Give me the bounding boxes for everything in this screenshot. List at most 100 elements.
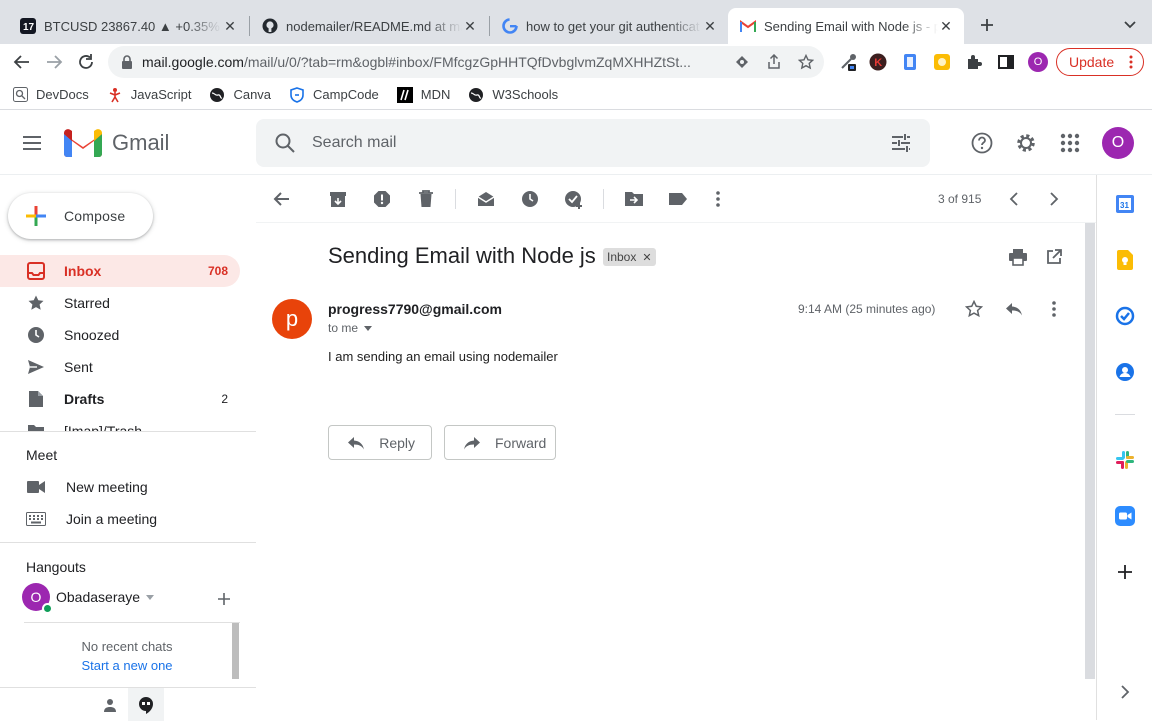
open-in-new-window-icon[interactable] bbox=[1042, 245, 1066, 269]
settings-gear-icon[interactable] bbox=[1014, 131, 1038, 155]
google-tasks-icon[interactable] bbox=[1114, 305, 1136, 327]
sidebar-item-sent[interactable]: Sent bbox=[0, 351, 240, 383]
address-bar[interactable]: mail.google.com/mail/u/0/?tab=rm&ogbl#in… bbox=[108, 46, 824, 78]
extensions-puzzle-icon[interactable] bbox=[964, 52, 984, 72]
search-icon[interactable] bbox=[274, 132, 296, 154]
more-options-icon[interactable] bbox=[706, 187, 730, 211]
tab-search-chevron-icon[interactable] bbox=[1120, 14, 1140, 34]
new-tab-icon[interactable] bbox=[976, 14, 998, 36]
google-keep-icon[interactable] bbox=[1114, 249, 1136, 271]
bookmark-javascript[interactable]: JavaScript bbox=[107, 87, 191, 103]
archive-icon[interactable] bbox=[326, 187, 350, 211]
chat-list-scrollbar[interactable] bbox=[232, 623, 239, 679]
new-meeting-button[interactable]: New meeting bbox=[26, 477, 148, 497]
reply-arrow-icon[interactable] bbox=[1002, 297, 1026, 321]
search-input[interactable]: Search mail bbox=[312, 134, 890, 152]
older-chevron-right-icon[interactable] bbox=[1042, 187, 1066, 211]
mail-folder-list: Inbox 708 Starred Snoozed Sent Drafts 2 … bbox=[0, 255, 256, 431]
tab-google-search[interactable]: how to get your git authenticat ✕ bbox=[490, 8, 728, 44]
svg-text:K: K bbox=[874, 57, 882, 69]
compose-button[interactable]: Compose bbox=[8, 193, 153, 239]
join-meeting-button[interactable]: Join a meeting bbox=[26, 509, 157, 529]
newer-chevron-left-icon[interactable] bbox=[1002, 187, 1026, 211]
google-apps-icon[interactable] bbox=[1058, 131, 1082, 155]
report-spam-icon[interactable] bbox=[370, 187, 394, 211]
caret-down-icon[interactable] bbox=[146, 594, 155, 600]
profile-avatar[interactable]: O bbox=[1028, 52, 1048, 72]
main-menu-icon[interactable] bbox=[20, 131, 44, 155]
sender-avatar[interactable]: p bbox=[272, 299, 312, 339]
add-to-tasks-icon[interactable] bbox=[562, 187, 586, 211]
tab-btcusd[interactable]: 17 BTCUSD 23867.40 ▲ +0.35% ✕ bbox=[8, 8, 248, 44]
sender-email[interactable]: progress7790@gmail.com bbox=[328, 301, 502, 317]
reply-button[interactable]: Reply bbox=[328, 425, 432, 460]
tab-close-icon[interactable]: ✕ bbox=[222, 18, 238, 34]
inbox-label-chip[interactable]: Inbox ✕ bbox=[603, 248, 656, 266]
caret-down-icon[interactable] bbox=[364, 325, 373, 331]
reload-icon[interactable] bbox=[72, 48, 100, 76]
label-folder-icon bbox=[26, 421, 46, 431]
gmail-logo[interactable]: Gmail bbox=[64, 129, 169, 157]
k-extension-icon[interactable]: K bbox=[868, 52, 888, 72]
search-bar[interactable]: Search mail bbox=[256, 119, 930, 167]
zoom-icon[interactable] bbox=[1114, 505, 1136, 527]
get-addons-plus-icon[interactable] bbox=[1114, 561, 1136, 583]
start-new-chat-link[interactable]: Start a new one bbox=[24, 658, 230, 673]
message-more-icon[interactable] bbox=[1042, 297, 1066, 321]
slack-icon[interactable] bbox=[1114, 449, 1136, 471]
share-icon[interactable] bbox=[764, 52, 784, 72]
chrome-update-button[interactable]: Update bbox=[1056, 48, 1144, 76]
forward-button[interactable]: Forward bbox=[444, 425, 556, 460]
hangouts-avatar-initial: O bbox=[30, 589, 42, 605]
delete-trash-icon[interactable] bbox=[414, 187, 438, 211]
toolbar-divider bbox=[455, 189, 456, 209]
contacts-person-icon[interactable] bbox=[92, 688, 128, 721]
hangouts-user[interactable]: O Obadaseraye bbox=[22, 583, 155, 614]
apps-divider bbox=[1115, 414, 1135, 415]
snooze-clock-icon[interactable] bbox=[518, 187, 542, 211]
sidebar-item-inbox[interactable]: Inbox 708 bbox=[0, 255, 240, 287]
left-sidebar: Compose Inbox 708 Starred Snoozed Sent D… bbox=[0, 175, 256, 721]
help-icon[interactable] bbox=[970, 131, 994, 155]
tab-close-icon[interactable]: ✕ bbox=[462, 18, 478, 34]
sidebar-item-starred[interactable]: Starred bbox=[0, 287, 240, 319]
search-options-icon[interactable] bbox=[890, 132, 912, 154]
recipient-details[interactable]: to me bbox=[328, 321, 373, 335]
extension-eye-icon[interactable] bbox=[732, 52, 752, 72]
sidebar-item-imap-trash[interactable]: [Imap]/Trash bbox=[0, 415, 240, 431]
bookmark-devdocs[interactable]: DevDocs bbox=[12, 87, 89, 103]
print-icon[interactable] bbox=[1006, 245, 1030, 269]
google-contacts-icon[interactable] bbox=[1114, 361, 1136, 383]
eyedropper-extension-icon[interactable] bbox=[838, 52, 858, 72]
tab-close-icon[interactable]: ✕ bbox=[938, 18, 954, 34]
message-scrollbar[interactable] bbox=[1085, 223, 1095, 679]
move-to-folder-icon[interactable] bbox=[622, 187, 646, 211]
clipboard-extension-icon[interactable] bbox=[900, 52, 920, 72]
globe-icon bbox=[209, 87, 225, 103]
label-tag-icon[interactable] bbox=[666, 187, 690, 211]
orange-extension-icon[interactable] bbox=[932, 52, 952, 72]
forward-arrow-icon[interactable] bbox=[40, 48, 68, 76]
bookmark-mdn[interactable]: MDN bbox=[396, 86, 450, 103]
hide-side-panel-chevron-icon[interactable] bbox=[1114, 681, 1136, 703]
tab-nodemailer-readme[interactable]: nodemailer/README.md at master ✕ bbox=[250, 8, 488, 44]
star-message-icon[interactable] bbox=[962, 297, 986, 321]
back-to-inbox-icon[interactable] bbox=[270, 187, 294, 211]
tab-close-icon[interactable]: ✕ bbox=[702, 18, 718, 34]
tab-gmail-active[interactable]: Sending Email with Node js - pr ✕ bbox=[728, 8, 964, 44]
mark-unread-icon[interactable] bbox=[474, 187, 498, 211]
bookmark-canva[interactable]: Canva bbox=[209, 87, 271, 103]
back-arrow-icon[interactable] bbox=[8, 48, 36, 76]
hangouts-quote-icon[interactable] bbox=[128, 688, 164, 721]
bookmark-star-icon[interactable] bbox=[796, 52, 816, 72]
sidebar-item-snoozed[interactable]: Snoozed bbox=[0, 319, 240, 351]
account-avatar[interactable]: O bbox=[1102, 127, 1134, 159]
sidebar-item-drafts[interactable]: Drafts 2 bbox=[0, 383, 240, 415]
google-calendar-icon[interactable]: 31 bbox=[1114, 193, 1136, 215]
remove-label-icon[interactable]: ✕ bbox=[642, 251, 651, 264]
bookmark-campcode[interactable]: CampCode bbox=[289, 86, 379, 103]
bookmark-w3schools[interactable]: W3Schools bbox=[468, 87, 558, 103]
lock-icon[interactable] bbox=[120, 55, 134, 69]
side-panel-icon[interactable] bbox=[996, 52, 1016, 72]
new-chat-plus-icon[interactable] bbox=[214, 589, 234, 609]
